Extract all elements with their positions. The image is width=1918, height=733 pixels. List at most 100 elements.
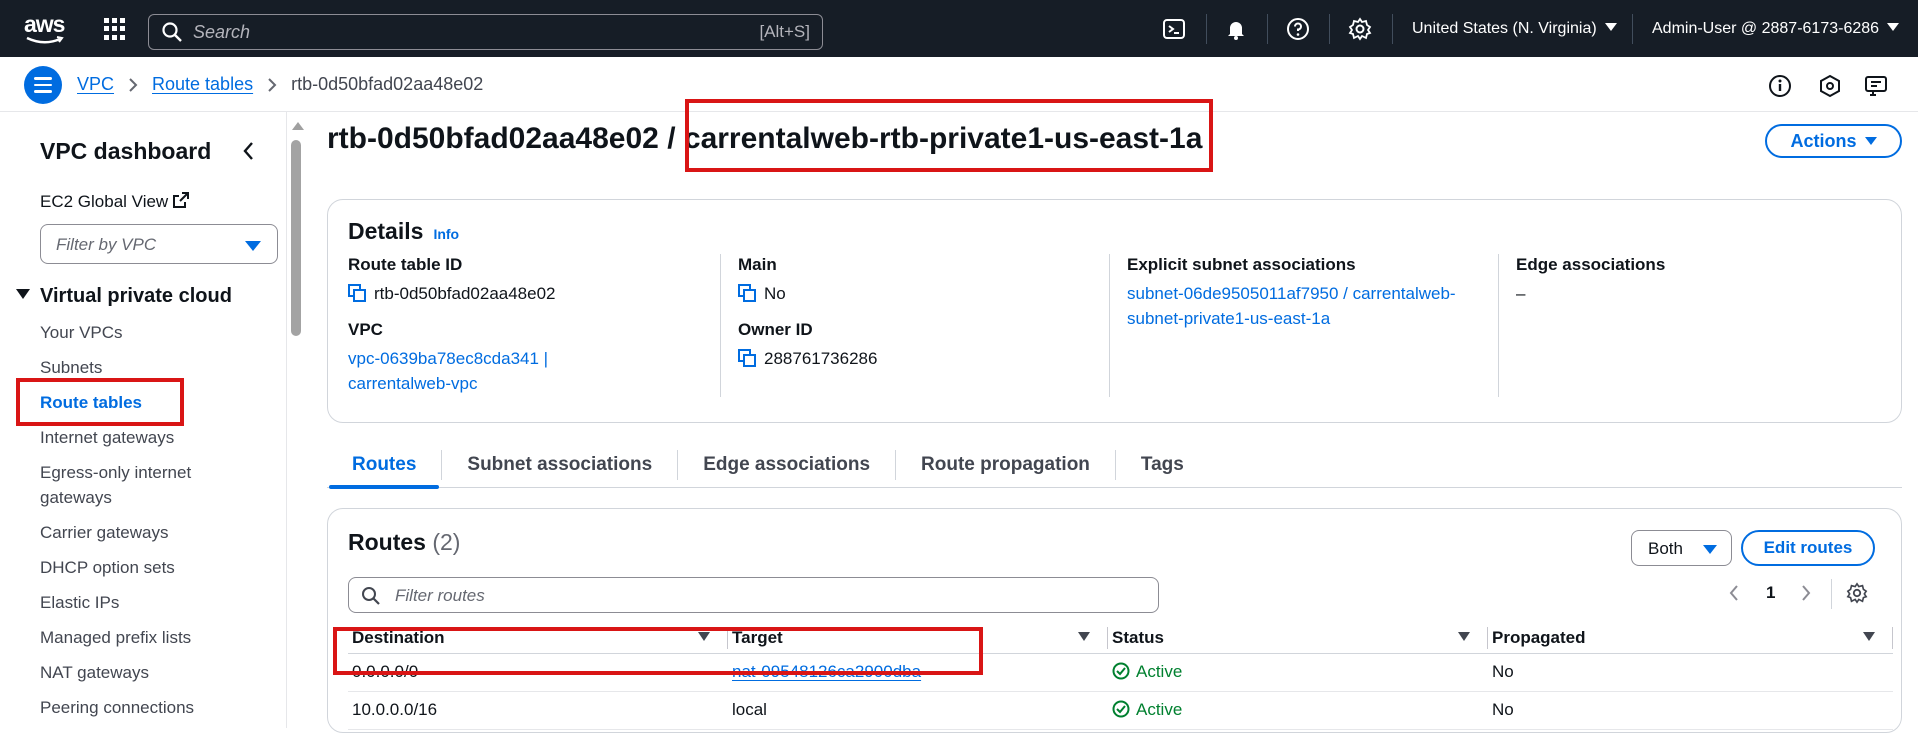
page-title-name: carrentalweb-rtb-private1-us-east-1a — [683, 122, 1203, 155]
sidebar-item-nat-gateways[interactable]: NAT gateways — [40, 660, 220, 685]
edge-associations-value: – — [1516, 284, 1526, 303]
gear-icon[interactable] — [1348, 17, 1372, 41]
vpc-label: VPC — [348, 320, 383, 339]
caret-down-icon — [16, 289, 30, 299]
caret-down-icon — [1703, 545, 1717, 554]
sidebar-item-peering-connections[interactable]: Peering connections — [40, 695, 220, 720]
search-shortcut: [Alt+S] — [759, 22, 810, 41]
table-row[interactable]: 10.0.0.0/16 local Active No — [348, 691, 1893, 730]
cloudshell-icon[interactable] — [1162, 17, 1186, 41]
info-icon[interactable] — [1768, 74, 1792, 98]
page-title-id: rtb-0d50bfad02aa48e02 — [327, 122, 659, 155]
main-label: Main — [738, 255, 777, 274]
column-label: Status — [1112, 627, 1164, 647]
sidebar-item-elastic-ips[interactable]: Elastic IPs — [40, 590, 220, 615]
chevron-right-icon[interactable] — [1800, 584, 1812, 602]
filter-by-vpc-placeholder: Filter by VPC — [56, 235, 157, 254]
actions-label: Actions — [1790, 130, 1857, 151]
caret-down-icon — [1864, 137, 1877, 145]
sidebar-item-egress-only-internet-gateways[interactable]: Egress-only internet gateways — [40, 460, 220, 510]
feedback-icon[interactable] — [1864, 74, 1888, 98]
page-number[interactable]: 1 — [1766, 583, 1775, 603]
sidebar-item-subnets[interactable]: Subnets — [40, 355, 220, 380]
owner-id-label: Owner ID — [738, 320, 813, 339]
help-icon[interactable] — [1286, 17, 1310, 41]
sort-icon[interactable] — [1863, 632, 1875, 641]
breadcrumb-vpc[interactable]: VPC — [77, 74, 114, 95]
filter-by-vpc-select[interactable]: Filter by VPC — [40, 224, 278, 264]
details-panel: Details Info Route table ID rtb-0d50bfad0… — [327, 199, 1902, 423]
caret-down-icon — [245, 241, 261, 251]
column-header-propagated[interactable]: Propagated — [1488, 623, 1893, 654]
explicit-subnet-association-link[interactable]: subnet-06de9505011af7950 / carrentalweb-… — [1127, 284, 1456, 328]
copy-icon[interactable] — [738, 349, 756, 367]
sidebar-item-your-vpcs[interactable]: Your VPCs — [40, 320, 220, 345]
aws-logo[interactable]: aws — [24, 12, 68, 44]
sidebar-title[interactable]: VPC dashboard — [40, 138, 211, 165]
route-target: local — [728, 691, 1108, 730]
search-icon — [162, 22, 182, 42]
edit-routes-button[interactable]: Edit routes — [1741, 530, 1875, 566]
sidebar-item-route-tables[interactable]: Route tables — [40, 390, 220, 415]
details-column-1: Route table ID rtb-0d50bfad02aa48e02 VPC… — [348, 255, 638, 395]
vpc-link[interactable]: vpc-0639ba78ec8cda341 | carrentalweb-vpc — [348, 349, 548, 393]
search-icon — [362, 587, 380, 605]
column-header-status[interactable]: Status — [1108, 623, 1488, 654]
external-link-icon — [173, 192, 190, 208]
routes-count: (2) — [432, 529, 461, 555]
menu-icon[interactable] — [24, 66, 62, 104]
sidebar-item-managed-prefix-lists[interactable]: Managed prefix lists — [40, 625, 220, 650]
breadcrumb-bar: VPC Route tables rtb-0d50bfad02aa48e02 — [0, 57, 1918, 112]
route-target-link[interactable]: nat-09548126ca2900dba — [732, 662, 921, 681]
copy-icon[interactable] — [348, 284, 366, 302]
apps-grid-icon[interactable] — [104, 18, 126, 40]
tab-routes[interactable]: Routes — [327, 450, 441, 489]
chevron-down-icon — [1604, 23, 1617, 31]
sidebar-scrollbar[interactable] — [289, 112, 305, 728]
route-status: Active — [1108, 653, 1488, 692]
copy-icon[interactable] — [738, 284, 756, 302]
main-content: rtb-0d50bfad02aa48e02 / carrentalweb-rtb… — [305, 112, 1918, 733]
filter-routes-input[interactable]: Filter routes — [348, 577, 1159, 613]
gear-icon[interactable] — [1846, 582, 1868, 604]
tab-route-propagation[interactable]: Route propagation — [895, 449, 1115, 480]
collapse-icon[interactable] — [240, 140, 258, 162]
sort-icon[interactable] — [698, 632, 710, 641]
actions-button[interactable]: Actions — [1765, 124, 1902, 158]
column-header-target[interactable]: Target — [728, 623, 1108, 654]
routes-panel: Routes (2) Both Edit routes Filter route… — [327, 508, 1902, 733]
sidebar-section-virtual-private-cloud[interactable]: Virtual private cloud — [16, 285, 232, 308]
breadcrumb-route-tables[interactable]: Route tables — [152, 74, 253, 95]
table-row[interactable]: 0.0.0.0/0 nat-09548126ca2900dba Active N… — [348, 653, 1893, 692]
sidebar-list: Your VPCs Subnets Route tables Internet … — [40, 320, 220, 728]
sidebar-item-dhcp-option-sets[interactable]: DHCP option sets — [40, 555, 220, 580]
route-destination: 0.0.0.0/0 — [348, 653, 728, 692]
region-selector[interactable]: United States (N. Virginia) — [1412, 20, 1617, 38]
sort-icon[interactable] — [1078, 632, 1090, 641]
info-link[interactable]: Info — [433, 226, 459, 242]
top-navigation-bar: aws Search [Alt+S] United States (N. Vir… — [0, 0, 1918, 57]
sidebar-item-carrier-gateways[interactable]: Carrier gateways — [40, 520, 220, 545]
tab-tags[interactable]: Tags — [1114, 449, 1209, 480]
scrollbar-thumb[interactable] — [291, 140, 301, 336]
chevron-right-icon — [268, 77, 277, 92]
account-menu[interactable]: Admin-User @ 2887-6173-6286 — [1652, 20, 1900, 38]
details-column-4: Edge associations – — [1516, 255, 1816, 395]
routes-heading: Routes (2) — [348, 529, 460, 556]
chevron-left-icon[interactable] — [1728, 584, 1740, 602]
route-filter-select[interactable]: Both — [1631, 530, 1732, 566]
search-input[interactable]: Search [Alt+S] — [148, 14, 823, 50]
tab-subnet-associations[interactable]: Subnet associations — [441, 449, 677, 480]
details-column-2: Main No Owner ID 288761736286 — [738, 255, 1028, 395]
notification-icon[interactable] — [1818, 74, 1842, 98]
sort-icon[interactable] — [1458, 632, 1470, 641]
bell-icon[interactable] — [1224, 17, 1248, 41]
sidebar-item-internet-gateways[interactable]: Internet gateways — [40, 425, 220, 450]
region-label: United States (N. Virginia) — [1412, 20, 1597, 37]
sidebar-item-ec2-global-view[interactable]: EC2 Global View — [40, 191, 190, 212]
column-header-destination[interactable]: Destination — [348, 623, 728, 654]
success-icon — [1112, 700, 1130, 718]
tab-edge-associations[interactable]: Edge associations — [677, 449, 895, 480]
route-status: Active — [1108, 691, 1488, 730]
scroll-up-icon[interactable] — [292, 122, 304, 130]
